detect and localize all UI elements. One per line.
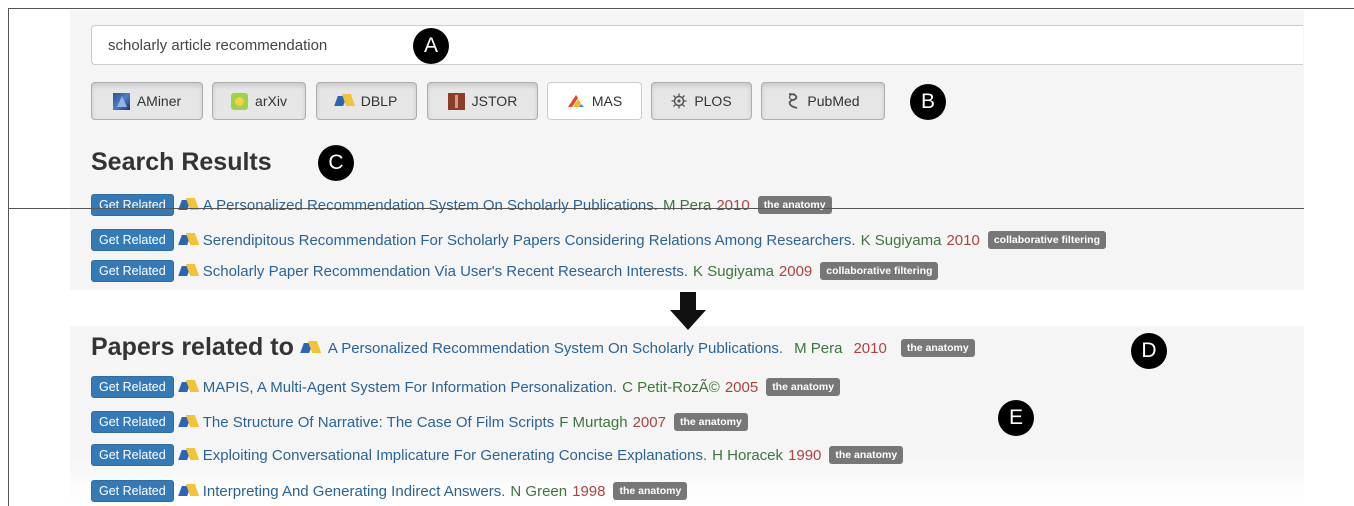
source-label: DBLP [360, 93, 398, 109]
paper-year: 2009 [778, 262, 813, 280]
source-button-arxiv[interactable]: arXiv [212, 82, 306, 120]
related-heading: Papers related to A Personalized Recomme… [91, 333, 975, 362]
paper-author: K Sugiyama [693, 262, 774, 280]
paper-year: 2010 [716, 196, 750, 214]
source-label: JSTOR [471, 93, 518, 109]
selected-paper-year: 2010 [853, 339, 887, 357]
source-label: PubMed [807, 93, 860, 109]
paper-year: 2010 [946, 231, 980, 249]
paper-title-link[interactable]: Scholarly Paper Recommendation Via User'… [203, 263, 688, 280]
marker-c: C [318, 145, 354, 181]
plos-icon [671, 93, 687, 109]
paper-title-link[interactable]: MAPIS, A Multi-Agent System For Informat… [203, 379, 617, 396]
source-label: PLOS [694, 93, 732, 109]
pubmed-icon [789, 93, 798, 109]
source-button-pubmed[interactable]: PubMed [761, 82, 885, 120]
dblp-icon [180, 380, 198, 394]
paper-author: N Green [510, 482, 568, 500]
get-related-button[interactable]: Get Related [91, 229, 174, 251]
dblp-icon [180, 484, 198, 498]
get-related-button[interactable]: Get Related [91, 260, 174, 282]
paper-year: 1990 [788, 446, 822, 464]
topic-tag: collaborative filtering [987, 231, 1107, 249]
dblp-icon [336, 94, 354, 108]
source-button-mas[interactable]: MAS [547, 82, 642, 120]
paper-year: 2005 [724, 378, 759, 396]
result-row: Get Related A Personalized Recommendatio… [91, 193, 832, 217]
topic-tag: the anatomy [673, 413, 748, 431]
topic-tag: the anatomy [766, 378, 841, 396]
get-related-button[interactable]: Get Related [91, 194, 174, 216]
jstor-icon [447, 92, 465, 110]
marker-b: B [910, 84, 946, 120]
topic-tag: the anatomy [900, 339, 975, 357]
related-heading-label: Papers related to [91, 333, 294, 361]
dblp-icon [180, 198, 198, 212]
source-button-aminer[interactable]: AMiner [91, 82, 203, 120]
get-related-button[interactable]: Get Related [91, 480, 174, 502]
strike-line [8, 208, 1304, 209]
paper-author: H Horacek [712, 446, 784, 464]
related-row: Get Related MAPIS, A Multi-Agent System … [91, 375, 841, 399]
aminer-icon [112, 92, 130, 110]
paper-author: M Pera [662, 196, 712, 214]
result-row: Get Related Scholarly Paper Recommendati… [91, 259, 939, 283]
get-related-button[interactable]: Get Related [91, 444, 174, 466]
dblp-icon [180, 448, 198, 462]
marker-a: A [413, 28, 449, 64]
related-row: Get Related Exploiting Conversational Im… [91, 443, 904, 467]
result-row: Get Related Serendipitous Recommendation… [91, 228, 1107, 252]
arxiv-icon [231, 92, 249, 110]
paper-year: 2007 [632, 413, 666, 431]
dblp-icon [302, 341, 320, 355]
paper-title-link[interactable]: Interpreting And Generating Indirect Ans… [203, 483, 506, 500]
selected-paper-author: M Pera [794, 339, 843, 357]
source-label: MAS [591, 93, 623, 109]
dblp-icon [180, 233, 198, 247]
topic-tag: the anatomy [613, 482, 688, 500]
search-input[interactable] [91, 25, 1303, 65]
dblp-icon [180, 264, 198, 278]
marker-e: E [998, 400, 1034, 436]
paper-year: 1998 [572, 482, 606, 500]
selected-paper-title[interactable]: A Personalized Recommendation System On … [328, 340, 783, 357]
search-results-heading: Search Results [91, 148, 272, 176]
dblp-icon [180, 415, 198, 429]
marker-d: D [1131, 333, 1167, 369]
paper-author: F Murtagh [559, 413, 628, 431]
mas-icon [567, 95, 584, 107]
topic-tag: the anatomy [757, 196, 832, 214]
source-button-jstor[interactable]: JSTOR [427, 82, 538, 120]
source-button-plos[interactable]: PLOS [651, 82, 752, 120]
related-row: Get Related Interpreting And Generating … [91, 479, 688, 503]
related-row: Get Related The Structure Of Narrative: … [91, 410, 748, 434]
topic-tag: collaborative filtering [820, 262, 939, 280]
paper-title-link[interactable]: Exploiting Conversational Implicature Fo… [203, 447, 707, 464]
figure-frame-left [8, 8, 9, 506]
figure-frame-top [8, 8, 1354, 9]
source-label: arXiv [255, 93, 287, 109]
source-button-dblp[interactable]: DBLP [316, 82, 417, 120]
paper-title-link[interactable]: Serendipitous Recommendation For Scholar… [203, 232, 856, 249]
topic-tag: the anatomy [829, 446, 904, 464]
paper-author: C Petit-RozÃ© [622, 378, 720, 396]
get-related-button[interactable]: Get Related [91, 411, 174, 433]
paper-title-link[interactable]: A Personalized Recommendation System On … [203, 197, 658, 214]
get-related-button[interactable]: Get Related [91, 376, 174, 398]
paper-author: K Sugiyama [860, 231, 942, 249]
paper-title-link[interactable]: The Structure Of Narrative: The Case Of … [203, 414, 555, 431]
source-label: AMiner [136, 93, 182, 109]
down-arrow-icon [670, 292, 706, 330]
